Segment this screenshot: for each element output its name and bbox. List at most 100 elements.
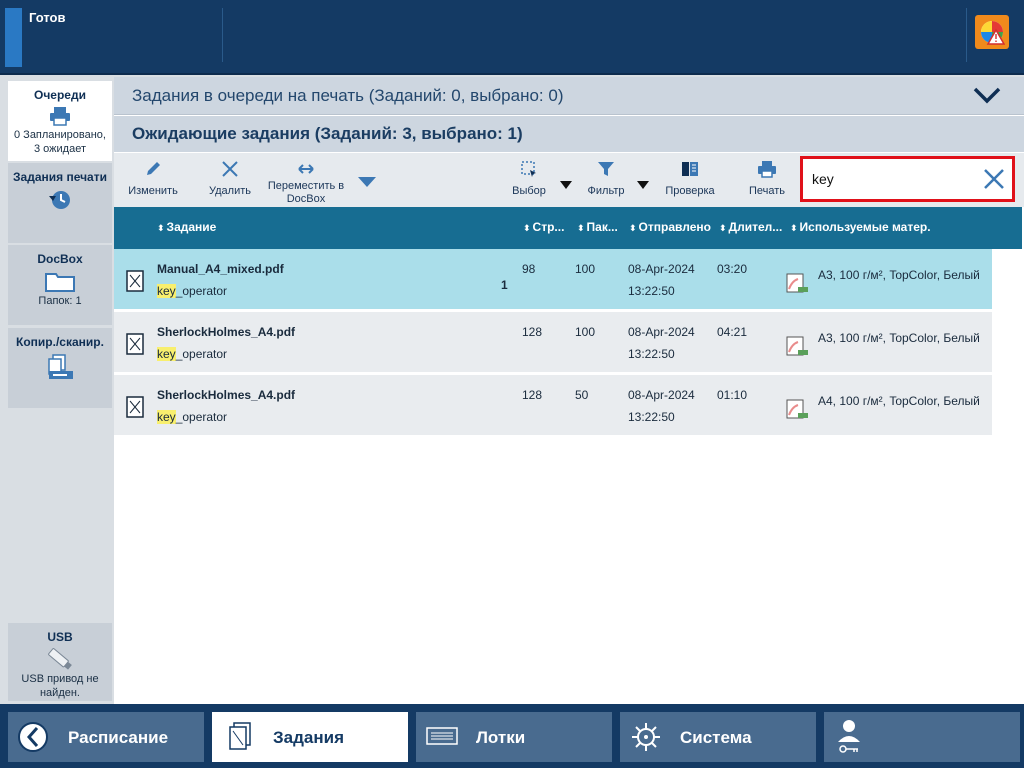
status-indicator [5, 8, 22, 67]
nav-jobs[interactable]: Задания [212, 712, 408, 762]
printer-status: Готов [29, 10, 66, 25]
more-dropdown-icon[interactable] [357, 175, 377, 193]
job-name: Manual_A4_mixed.pdf [157, 262, 284, 276]
printer-icon [744, 158, 790, 180]
column-media[interactable]: ⬍ Используемые матер. [790, 220, 931, 234]
job-owner: key_operator [157, 410, 227, 424]
close-icon [206, 158, 254, 180]
search-input[interactable] [812, 169, 972, 189]
print-button[interactable]: Печать [744, 158, 790, 198]
toolbar: Изменить Удалить Переместить в DocBox Вы… [114, 153, 1024, 207]
move-arrows-icon [266, 158, 346, 180]
duration-value: 01:10 [717, 388, 748, 402]
filter-button[interactable]: Фильтр [586, 158, 626, 198]
sidebar-item-queues[interactable]: Очереди 0 Запланировано, 3 ожидает [8, 81, 112, 161]
media-value: A3, 100 г/м², TopColor, Белый [818, 331, 980, 345]
sidebar-item-docbox[interactable]: DocBox Папок: 1 [8, 245, 112, 325]
search-box [800, 156, 1015, 202]
clear-search-icon[interactable] [982, 167, 1006, 196]
submitted-date: 08-Apr-2024 [628, 262, 695, 276]
book-icon [662, 158, 718, 180]
usb-status: найден. [39, 687, 80, 699]
select-button[interactable]: Выбор [511, 158, 547, 198]
nav-system[interactable]: Система [620, 712, 816, 762]
media-icon [786, 399, 810, 424]
owner-text: _operator [175, 284, 228, 298]
history-icon [8, 188, 112, 212]
scheduled-count: 0 Запланировано, [14, 129, 106, 141]
column-label: Стр... [532, 220, 565, 234]
table-row[interactable]: SherlockHolmes_A4.pdf key_operator 128 1… [114, 312, 992, 373]
waiting-jobs-title: Ожидающие задания (Заданий: 3, выбрано: … [132, 124, 523, 143]
move-label: DocBox [286, 193, 326, 205]
column-label: Задание [166, 220, 217, 234]
submitted-time: 13:22:50 [628, 284, 675, 298]
clock-icon [17, 721, 49, 758]
sidebar-item-usb[interactable]: USB USB привод не найден. [8, 623, 112, 701]
print-queue-title: Задания в очереди на печать (Заданий: 0,… [132, 86, 564, 105]
move-label: Переместить в [267, 180, 345, 192]
pages-value: 98 [522, 262, 536, 276]
media-icon [786, 336, 810, 361]
sidebar-item-print-jobs[interactable]: Задания печати [8, 163, 112, 243]
sidebar-item-label: Очереди [34, 88, 86, 102]
column-pages[interactable]: ⬍ Стр... [523, 220, 564, 234]
tray-icon [426, 726, 458, 751]
column-job[interactable]: ⬍ Задание [157, 220, 216, 234]
user-icon [836, 718, 862, 759]
edit-button[interactable]: Изменить [128, 158, 178, 198]
nav-label: Задания [273, 728, 344, 747]
scanner-icon [8, 353, 112, 381]
table-row[interactable]: SherlockHolmes_A4.pdf key_operator 128 5… [114, 375, 992, 436]
delete-label: Удалить [209, 185, 251, 197]
gear-icon [630, 721, 662, 758]
folder-count: Папок: 1 [38, 295, 82, 307]
chevron-down-icon[interactable] [637, 176, 649, 194]
main-panel: Задания в очереди на печать (Заданий: 0,… [114, 77, 1024, 704]
sets-value: 100 [575, 325, 596, 339]
chevron-down-icon[interactable] [560, 176, 572, 194]
delete-button[interactable]: Удалить [206, 158, 254, 198]
owner-text: _operator [175, 347, 228, 361]
job-owner: key_operator [157, 284, 227, 298]
media-value: A4, 100 г/м², TopColor, Белый [818, 394, 980, 408]
printer-icon [8, 106, 112, 126]
filter-icon [586, 158, 626, 180]
pencil-icon [128, 158, 178, 180]
column-submitted[interactable]: ⬍ Отправлено [629, 220, 711, 234]
duration-value: 03:20 [717, 262, 748, 276]
documents-icon [226, 721, 254, 758]
move-to-docbox-button[interactable]: Переместить в DocBox [266, 158, 346, 206]
submitted-date: 08-Apr-2024 [628, 388, 695, 402]
nav-user[interactable] [824, 712, 1020, 762]
waiting-count: 3 ожидает [34, 143, 86, 155]
selection-icon [511, 158, 547, 180]
chevron-down-icon[interactable] [972, 85, 1002, 110]
nav-schedule[interactable]: Расписание [8, 712, 204, 762]
search-highlight: key [157, 284, 176, 298]
sidebar-item-label: USB [47, 630, 73, 644]
proof-label: Проверка [665, 185, 715, 197]
table-row[interactable]: Manual_A4_mixed.pdf key_operator 1 98 10… [114, 249, 992, 310]
warning-icon[interactable] [975, 15, 1009, 49]
bottom-navigation: Расписание Задания Лотки Система [0, 704, 1024, 768]
duration-value: 04:21 [717, 325, 748, 339]
search-highlight: key [157, 410, 176, 424]
usb-icon [8, 648, 112, 670]
column-label: Отправлено [638, 220, 711, 234]
column-duration[interactable]: ⬍ Длител... [719, 220, 782, 234]
proof-button[interactable]: Проверка [662, 158, 718, 198]
sidebar-item-copy-scan[interactable]: Копир./сканир. [8, 328, 112, 408]
print-queue-header[interactable]: Задания в очереди на печать (Заданий: 0,… [114, 77, 1024, 115]
column-sets[interactable]: ⬍ Пак... [577, 220, 618, 234]
pages-value: 128 [522, 388, 543, 402]
job-name: SherlockHolmes_A4.pdf [157, 325, 296, 339]
media-value: A3, 100 г/м², TopColor, Белый [818, 268, 980, 282]
nav-trays[interactable]: Лотки [416, 712, 612, 762]
document-icon [126, 333, 144, 358]
owner-text: _operator [175, 410, 228, 424]
sets-value: 100 [575, 262, 596, 276]
nav-label: Система [680, 728, 752, 747]
job-owner: key_operator [157, 347, 227, 361]
sidebar-item-label: DocBox [37, 252, 83, 266]
